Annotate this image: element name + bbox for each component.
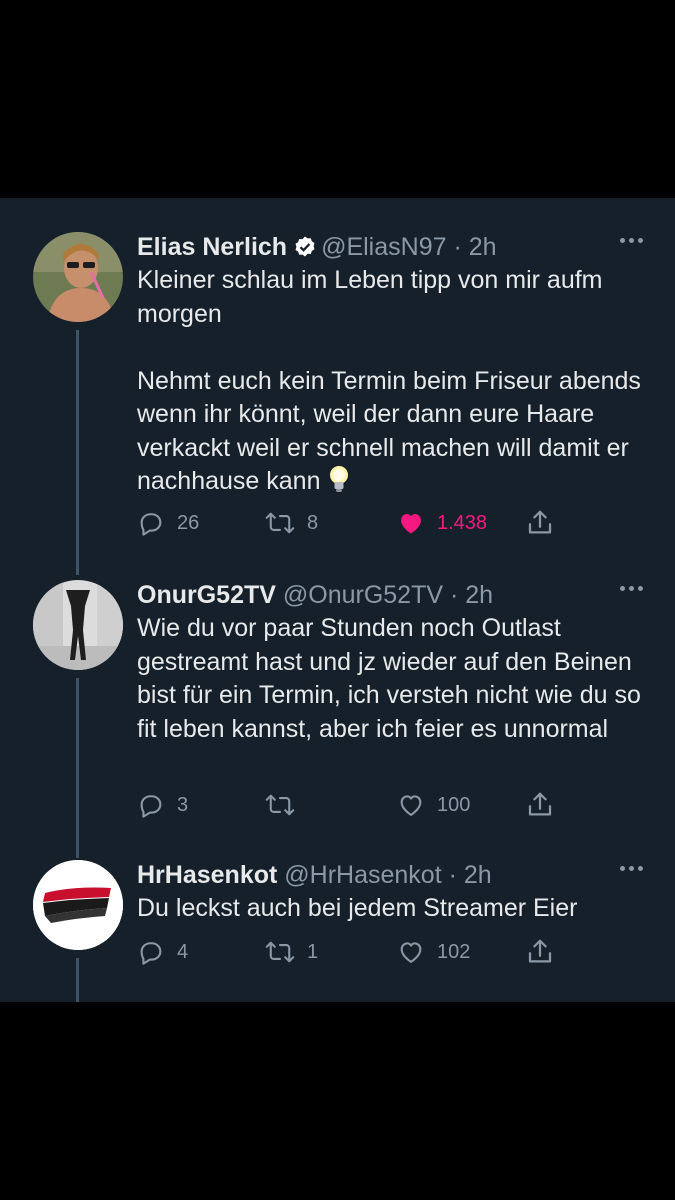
timestamp[interactable]: · 2h	[453, 233, 496, 261]
tweet-text: Kleiner schlau im Leben tipp von mir auf…	[137, 264, 647, 503]
like-count: 102	[437, 940, 471, 963]
more-icon[interactable]	[620, 238, 643, 243]
like-button[interactable]: 100	[397, 790, 470, 820]
lightbulb-emoji-icon	[328, 465, 350, 503]
avatar[interactable]	[33, 232, 123, 322]
like-button[interactable]: 102	[397, 937, 470, 967]
share-icon	[528, 939, 552, 963]
retweet-icon	[265, 512, 295, 534]
retweet-button[interactable]: 1	[265, 937, 318, 967]
heart-icon	[400, 942, 422, 963]
tweet-actions: 4 1 102	[137, 937, 577, 967]
tweet-actions: 3 100	[137, 790, 577, 820]
tweet-paragraph: Du leckst auch bei jedem Streamer Eier	[137, 894, 578, 922]
retweet-icon	[265, 941, 295, 963]
thread-line	[76, 958, 79, 1002]
thread-line	[76, 678, 79, 858]
tweet-header: HrHasenkot @HrHasenkot · 2h	[137, 860, 492, 890]
like-count: 1.438	[437, 511, 488, 534]
retweet-button[interactable]	[265, 790, 307, 820]
timestamp[interactable]: · 2h	[450, 581, 493, 609]
tweet-paragraph-text: Nehmt euch kein Termin beim Friseur aben…	[137, 366, 641, 496]
tweet-header: OnurG52TV @OnurG52TV · 2h	[137, 580, 493, 610]
share-icon	[528, 510, 552, 534]
tweet-thread: Elias Nerlich @EliasN97 · 2h Kleiner schl…	[0, 198, 675, 1002]
share-button[interactable]	[525, 937, 555, 967]
avatar[interactable]	[33, 580, 123, 670]
reply-button[interactable]: 26	[137, 508, 199, 538]
thread-line	[76, 330, 79, 575]
retweet-icon	[265, 794, 295, 816]
paragraph-break	[137, 331, 647, 365]
tweet-paragraph: Kleiner schlau im Leben tipp von mir auf…	[137, 266, 603, 328]
tweet-actions: 26 8 1.438	[137, 508, 577, 538]
more-icon[interactable]	[620, 866, 643, 871]
handle[interactable]: @HrHasenkot	[284, 861, 441, 889]
reply-icon	[140, 513, 162, 536]
like-button[interactable]: 1.438	[397, 508, 487, 538]
display-name[interactable]: HrHasenkot	[137, 861, 277, 889]
heart-icon	[400, 795, 422, 816]
tweet-paragraph: Wie du vor paar Stunden noch Outlast ges…	[137, 614, 641, 743]
handle[interactable]: @EliasN97	[321, 233, 446, 261]
timestamp[interactable]: · 2h	[449, 861, 492, 889]
tweet-paragraph: Nehmt euch kein Termin beim Friseur aben…	[137, 365, 642, 503]
share-button[interactable]	[525, 790, 555, 820]
reply-button[interactable]: 3	[137, 790, 188, 820]
tweet-header: Elias Nerlich @EliasN97 · 2h	[137, 232, 497, 266]
handle[interactable]: @OnurG52TV	[283, 581, 443, 609]
share-icon	[528, 792, 552, 816]
retweet-count: 1	[307, 940, 319, 963]
verified-badge-icon	[293, 235, 317, 266]
tweet-text: Du leckst auch bei jedem Streamer Eier	[137, 892, 647, 926]
retweet-button[interactable]: 8	[265, 508, 318, 538]
like-count: 100	[437, 793, 471, 816]
avatar[interactable]	[33, 860, 123, 950]
reply-icon	[140, 942, 162, 965]
reply-count: 3	[177, 793, 189, 816]
more-icon[interactable]	[620, 586, 643, 591]
heart-icon	[401, 514, 421, 534]
reply-count: 26	[177, 511, 200, 534]
reply-button[interactable]: 4	[137, 937, 188, 967]
reply-icon	[140, 795, 162, 818]
retweet-count: 8	[307, 511, 319, 534]
tweet-text: Wie du vor paar Stunden noch Outlast ges…	[137, 612, 647, 746]
share-button[interactable]	[525, 508, 555, 538]
display-name[interactable]: Elias Nerlich	[137, 233, 287, 261]
reply-count: 4	[177, 940, 189, 963]
display-name[interactable]: OnurG52TV	[137, 581, 276, 609]
